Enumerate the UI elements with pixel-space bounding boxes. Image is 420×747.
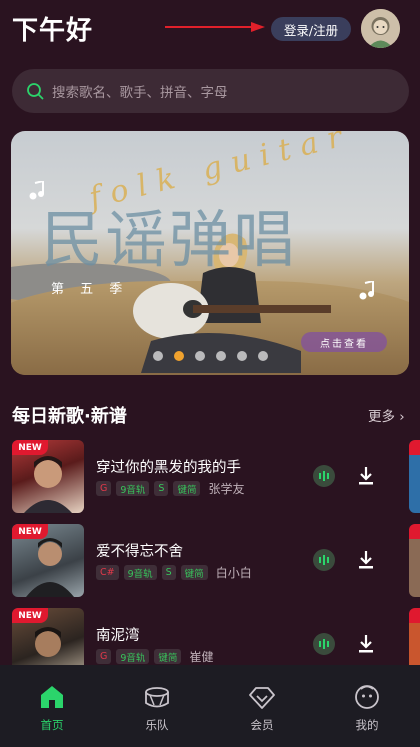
- diamond-icon: [249, 687, 275, 709]
- more-label: 更多: [368, 409, 395, 425]
- next-card-peek: [409, 440, 420, 513]
- nav-item-home[interactable]: 首页: [22, 683, 82, 733]
- header: 下午好 登录/注册: [0, 0, 420, 60]
- nav-item-vip[interactable]: 会员: [232, 683, 292, 733]
- face-icon: [355, 685, 379, 709]
- download-icon[interactable]: [357, 550, 375, 570]
- carousel-indicator[interactable]: [11, 351, 409, 361]
- song-title[interactable]: 穿过你的黑发的我的手: [96, 456, 241, 477]
- bottom-nav: 首页 乐队 会员 我的: [0, 665, 420, 747]
- nav-label: 首页: [40, 718, 64, 732]
- new-badge: NEW: [12, 524, 48, 539]
- song-tags: C# 9音轨 S 键简 白小白: [96, 564, 252, 581]
- banner-title: 民谣弹唱: [41, 203, 298, 276]
- play-preview-button[interactable]: [313, 465, 335, 487]
- song-artist: 白小白: [215, 566, 252, 580]
- song-row[interactable]: NEW 穿过你的黑发的我的手 G 9音轨 S 键简 张学友: [0, 440, 420, 513]
- download-icon[interactable]: [357, 466, 375, 486]
- song-row[interactable]: NEW 爱不得忘不舍 C# 9音轨 S 键简 白小白: [0, 524, 420, 597]
- song-artist: 张学友: [208, 482, 245, 496]
- music-note-icon: [359, 281, 374, 300]
- arrow-annotation-icon: [165, 22, 265, 32]
- song-tags: G 9音轨 键简 崔健: [96, 648, 213, 665]
- nav-item-band[interactable]: 乐队: [127, 683, 187, 733]
- nav-item-me[interactable]: 我的: [337, 683, 397, 733]
- music-note-icon: [29, 181, 44, 200]
- banner-season-label: 第 五 季: [51, 282, 129, 297]
- play-preview-button[interactable]: [313, 549, 335, 571]
- song-cover[interactable]: NEW: [12, 440, 84, 513]
- search-input[interactable]: 搜索歌名、歌手、拼音、字母: [52, 81, 228, 101]
- key-tag: C#: [96, 565, 119, 580]
- audio-wave-icon: [319, 471, 329, 481]
- home-icon: [41, 686, 63, 708]
- promo-banner[interactable]: folk guitar 民谣弹唱 第 五 季 点击查看: [11, 131, 409, 375]
- s-tag: S: [154, 481, 169, 496]
- keyboard-tag: 键简: [154, 649, 182, 664]
- song-cover[interactable]: NEW: [12, 524, 84, 597]
- key-tag: G: [96, 481, 112, 496]
- song-artist: 崔健: [189, 650, 214, 664]
- nav-label: 会员: [250, 718, 274, 732]
- song-title[interactable]: 爱不得忘不舍: [96, 540, 183, 561]
- nav-label: 乐队: [145, 718, 169, 732]
- track-tag: 9音轨: [116, 481, 150, 496]
- carousel-dot[interactable]: [257, 351, 268, 361]
- search-icon: [27, 83, 44, 100]
- next-card-peek: [409, 524, 420, 597]
- carousel-dot[interactable]: [152, 351, 163, 361]
- avatar-face-icon: [361, 9, 400, 48]
- keyboard-tag: 键简: [180, 565, 208, 580]
- login-register-button[interactable]: 登录/注册: [271, 17, 351, 41]
- search-bar[interactable]: 搜索歌名、歌手、拼音、字母: [12, 69, 409, 113]
- banner-view-button[interactable]: 点击查看: [301, 332, 387, 352]
- song-tags: G 9音轨 S 键简 张学友: [96, 480, 244, 497]
- new-badge: NEW: [12, 608, 48, 623]
- carousel-dot-active[interactable]: [173, 351, 184, 361]
- track-tag: 9音轨: [123, 565, 157, 580]
- new-badge: NEW: [12, 440, 48, 455]
- key-tag: G: [96, 649, 112, 664]
- track-tag: 9音轨: [116, 649, 150, 664]
- song-title[interactable]: 南泥湾: [96, 624, 140, 645]
- audio-wave-icon: [319, 639, 329, 649]
- more-link[interactable]: 更多 ›: [368, 405, 405, 425]
- greeting-title: 下午好: [12, 16, 94, 46]
- carousel-dot[interactable]: [236, 351, 247, 361]
- carousel-dot[interactable]: [215, 351, 226, 361]
- chevron-right-icon: ›: [399, 409, 405, 425]
- section-title-daily: 每日新歌·新谱: [12, 406, 127, 427]
- nav-label: 我的: [355, 718, 379, 732]
- carousel-dot[interactable]: [194, 351, 205, 361]
- keyboard-tag: 键简: [173, 481, 201, 496]
- play-preview-button[interactable]: [313, 633, 335, 655]
- audio-wave-icon: [319, 555, 329, 565]
- drum-icon: [145, 687, 169, 708]
- download-icon[interactable]: [357, 634, 375, 654]
- s-tag: S: [161, 565, 176, 580]
- avatar[interactable]: [361, 9, 400, 48]
